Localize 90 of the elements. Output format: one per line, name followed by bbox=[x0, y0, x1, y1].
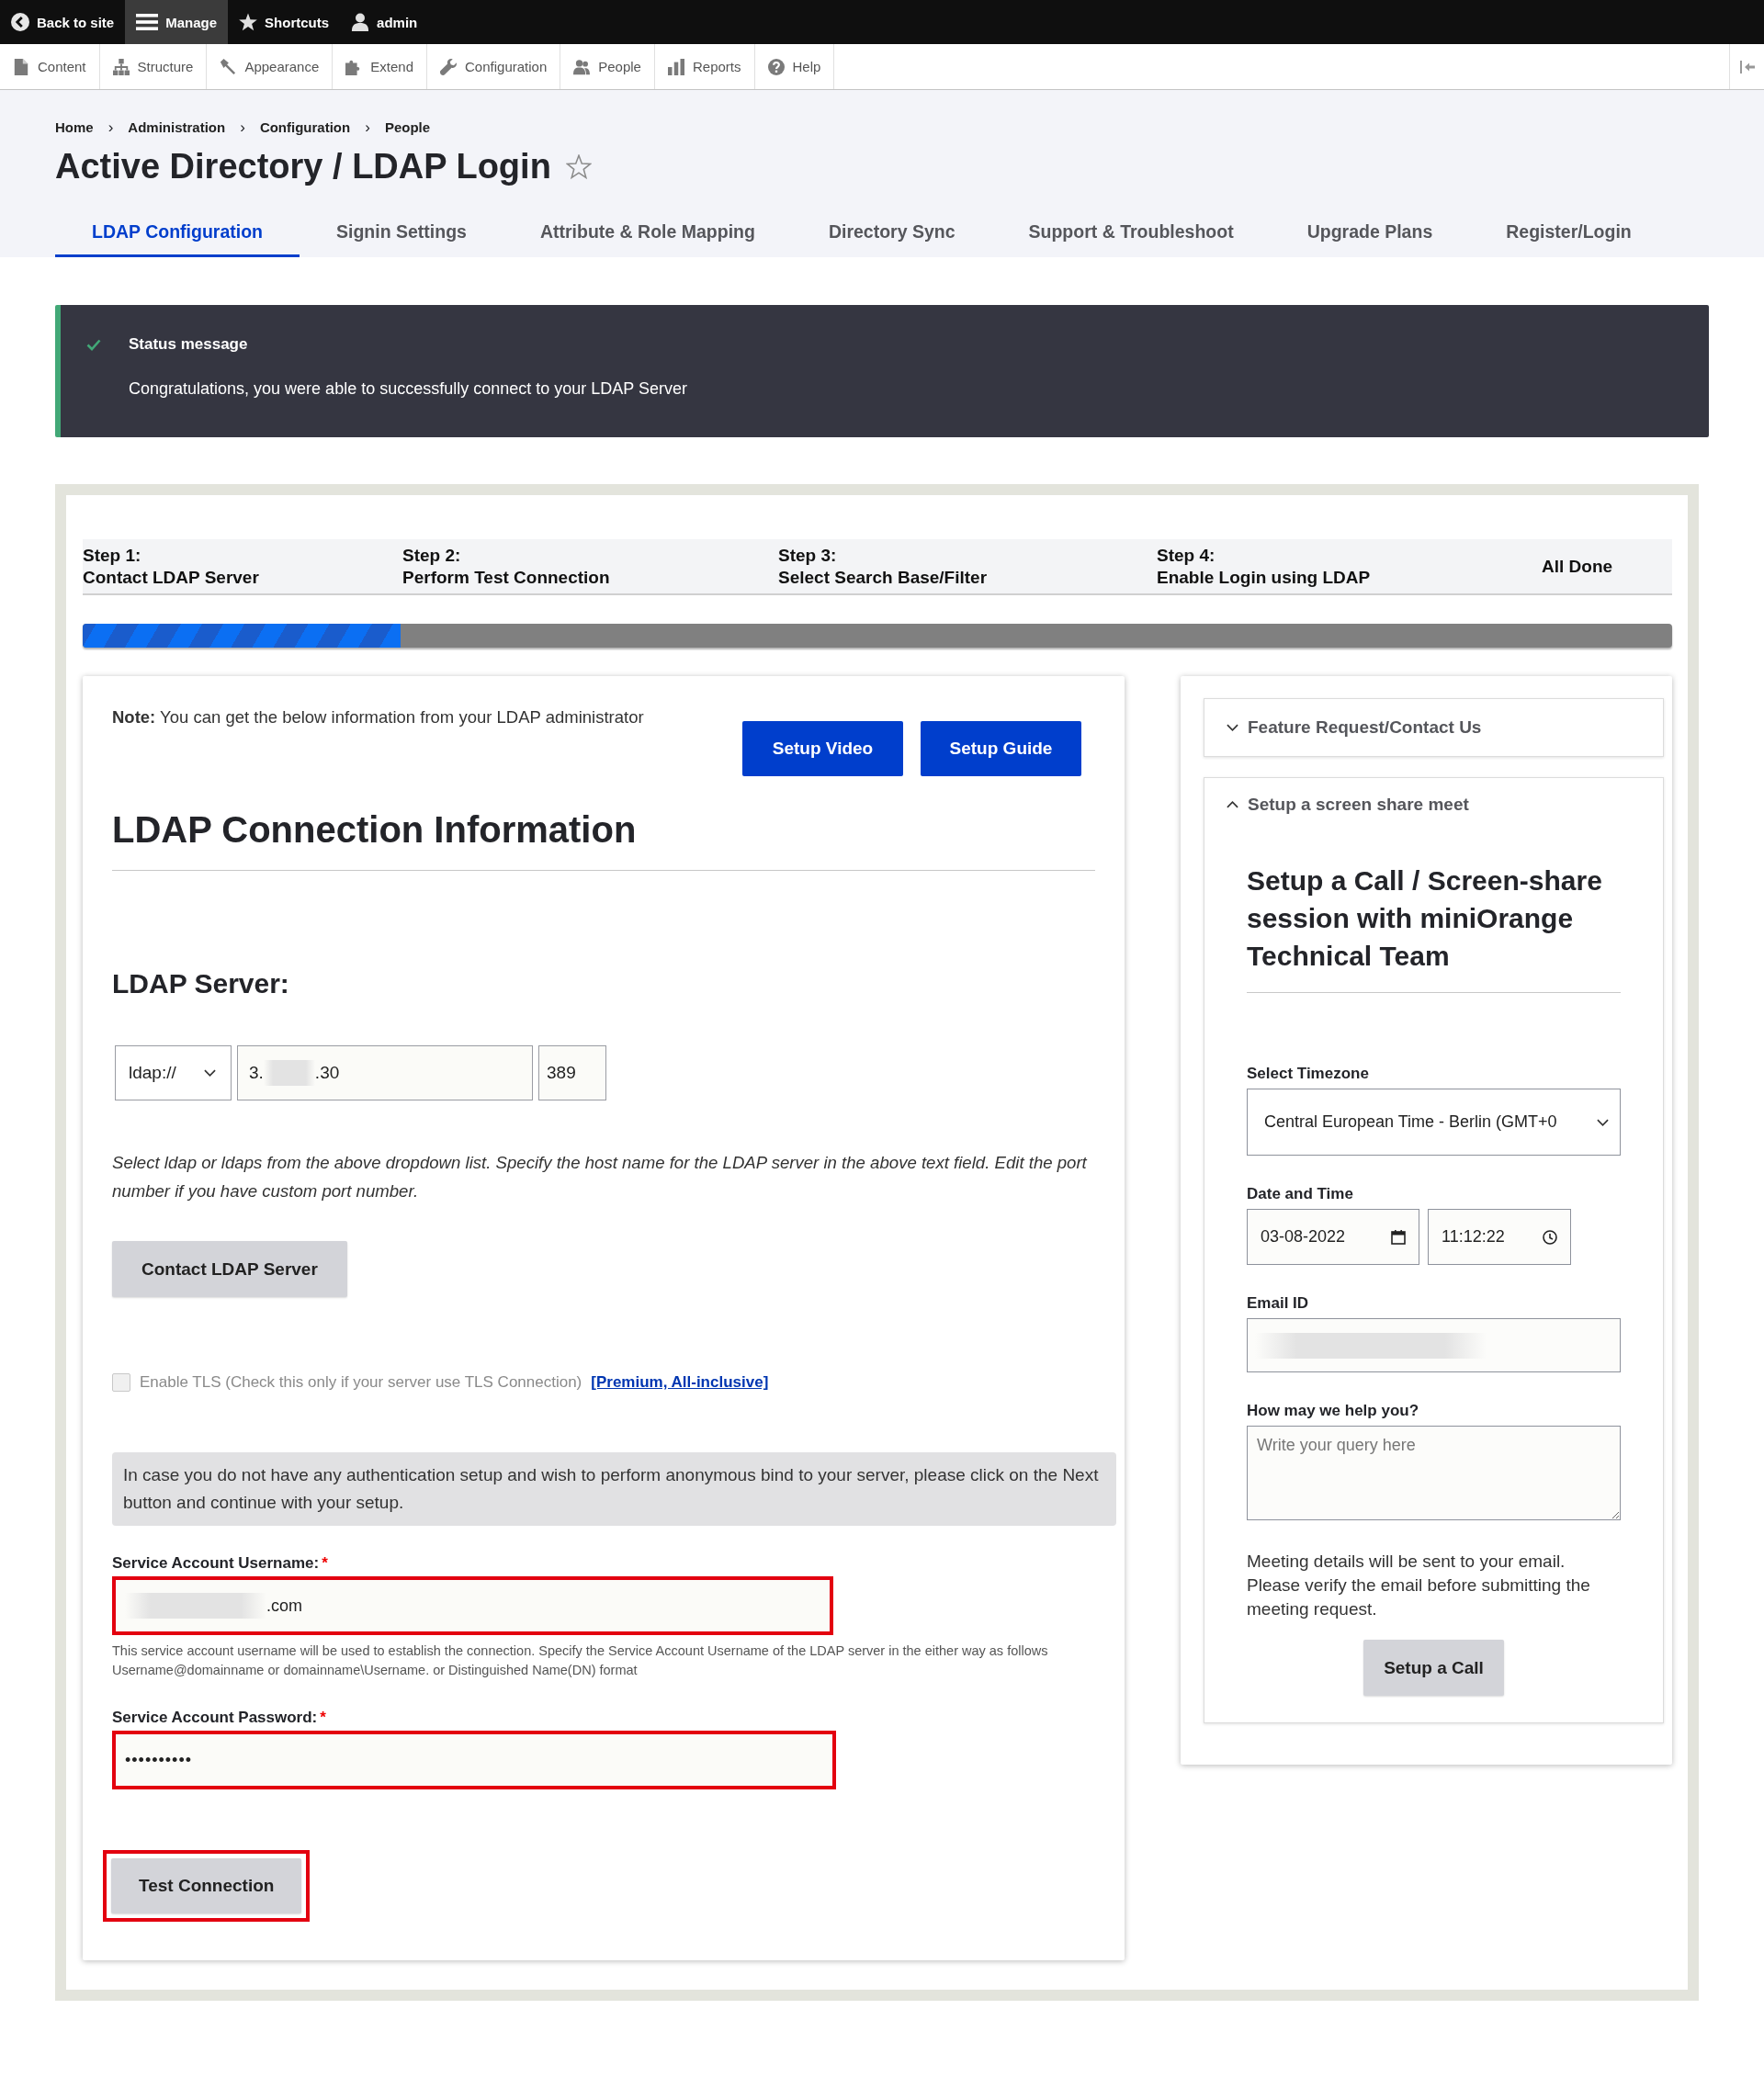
calendar-icon bbox=[1391, 1229, 1406, 1245]
page-tab[interactable]: Signin Settings bbox=[299, 209, 503, 257]
timezone-select[interactable]: Central European Time - Berlin (GMT+0 bbox=[1247, 1089, 1621, 1156]
admin-menu-item[interactable]: People bbox=[560, 44, 655, 89]
admin-menu-item[interactable]: Help bbox=[754, 44, 835, 89]
port-field[interactable]: 389 bbox=[538, 1045, 606, 1100]
section-heading: LDAP Connection Information bbox=[112, 808, 637, 852]
timezone-label: Select Timezone bbox=[1247, 1065, 1369, 1083]
date-field[interactable]: 03-08-2022 bbox=[1247, 1209, 1419, 1265]
test-connection-button[interactable]: Test Connection bbox=[111, 1858, 302, 1913]
step-number: Step 2: bbox=[402, 545, 461, 567]
hierarchy-icon bbox=[112, 58, 130, 75]
server-hint: Select ldap or ldaps from the above dropdown list. Specify the host name for the LDAP server in the above text field. Edit the port number if you have custom port number. bbox=[112, 1152, 1089, 1202]
username-label: Service Account Username: * bbox=[112, 1554, 328, 1573]
username-hint: This service account username will be used to establish the connection. Specify the Service Account Username of the LDAP server in the either way as follows Username@domainname or domainname\Username. or Distinguished Name(DN) format bbox=[112, 1642, 1049, 1679]
toolbar-orientation-button[interactable] bbox=[1729, 44, 1764, 89]
collapse-arrow-icon bbox=[1739, 60, 1755, 73]
breadcrumb-separator: › bbox=[240, 119, 245, 136]
brush-icon bbox=[220, 58, 237, 75]
step-number: Step 3: bbox=[778, 545, 837, 567]
step-number: Step 1: bbox=[83, 545, 141, 567]
page-tab[interactable]: Register/Login bbox=[1469, 209, 1668, 257]
username-field[interactable]: .com bbox=[112, 1576, 833, 1635]
page-title: Active Directory / LDAP Login bbox=[55, 146, 551, 187]
status-text: Congratulations, you were able to successfully connect to your LDAP Server bbox=[129, 378, 687, 400]
user-icon bbox=[351, 13, 370, 31]
password-label: Service Account Password: * bbox=[112, 1709, 326, 1727]
admin-menu-item[interactable]: Configuration bbox=[427, 44, 561, 89]
setup-button[interactable]: Setup Guide bbox=[921, 721, 1081, 776]
setup-button[interactable]: Setup Video bbox=[742, 721, 903, 776]
status-title: Status message bbox=[129, 334, 249, 355]
admin-menu-item[interactable]: Reports bbox=[654, 44, 755, 89]
step-number: Step 4: bbox=[1157, 545, 1216, 567]
meeting-note: Meeting details will be sent to your email. Please verify the email before submitting the meeting request. bbox=[1247, 1551, 1591, 1620]
star-icon bbox=[239, 13, 258, 31]
date-time-label: Date and Time bbox=[1247, 1185, 1353, 1203]
accordion-header[interactable]: Feature Request/Contact Us bbox=[1204, 699, 1663, 756]
protocol-select[interactable]: ldap:// bbox=[115, 1045, 232, 1100]
check-icon bbox=[86, 339, 101, 351]
page-icon bbox=[13, 58, 29, 75]
star-outline-icon[interactable] bbox=[565, 153, 592, 179]
wrench-icon bbox=[440, 58, 457, 75]
breadcrumb-link[interactable]: Home bbox=[55, 119, 94, 136]
help-icon bbox=[767, 58, 785, 75]
page-tab[interactable]: Attribute & Role Mapping bbox=[503, 209, 792, 257]
email-field[interactable] bbox=[1247, 1318, 1621, 1372]
chevron-down-icon bbox=[1227, 724, 1238, 731]
step-title: All Done bbox=[1542, 555, 1613, 578]
info-box: In case you do not have any authentication setup and wish to perform anonymous bind to your server, please click on the Next button and continue with your setup. bbox=[112, 1452, 1116, 1526]
breadcrumb-separator: › bbox=[365, 119, 370, 136]
setup-call-button[interactable]: Setup a Call bbox=[1363, 1640, 1504, 1696]
admin-menu-item[interactable]: Extend bbox=[333, 44, 427, 89]
admin-menu-item[interactable]: Structure bbox=[99, 44, 208, 89]
password-field[interactable]: •••••••••• bbox=[112, 1731, 836, 1789]
admin-menu-item[interactable]: Appearance bbox=[207, 44, 334, 89]
breadcrumb-link[interactable]: Administration bbox=[128, 119, 226, 136]
step-title: Select Search Base/Filter bbox=[778, 567, 988, 589]
toolbar-item[interactable]: admin bbox=[340, 0, 429, 44]
call-heading: Setup a Call / Screen-share session with miniOrange Technical Team bbox=[1247, 864, 1603, 973]
page-tab[interactable]: Upgrade Plans bbox=[1270, 209, 1470, 257]
bar-chart-icon bbox=[667, 58, 684, 75]
people-icon bbox=[573, 58, 591, 75]
breadcrumb-link[interactable]: People bbox=[384, 119, 431, 136]
page-tab[interactable]: LDAP Configuration bbox=[55, 209, 300, 257]
toolbar-item[interactable]: Manage bbox=[125, 0, 229, 44]
server-heading: LDAP Server: bbox=[112, 967, 289, 1000]
breadcrumb-separator: › bbox=[107, 119, 114, 136]
email-label: Email ID bbox=[1247, 1294, 1309, 1313]
note-text: Note: You can get the below information from your LDAP administrator bbox=[112, 706, 644, 728]
tls-label: Enable TLS (Check this only if your server use TLS Connection) bbox=[140, 1372, 582, 1393]
toolbar-item[interactable]: Shortcuts bbox=[228, 0, 341, 44]
step-title: Contact LDAP Server bbox=[83, 567, 259, 589]
query-label: How may we help you? bbox=[1247, 1402, 1419, 1420]
contact-server-button[interactable]: Contact LDAP Server bbox=[112, 1241, 347, 1297]
breadcrumb-link[interactable]: Configuration bbox=[259, 119, 351, 136]
chevron-up-icon bbox=[1227, 801, 1238, 808]
time-field[interactable]: 11:12:22 bbox=[1428, 1209, 1571, 1265]
accordion-header[interactable]: Setup a screen share meet bbox=[1204, 778, 1663, 831]
chevron-down-icon bbox=[204, 1069, 216, 1077]
step-title: Perform Test Connection bbox=[402, 567, 610, 589]
menu-icon bbox=[136, 14, 159, 30]
step-title: Enable Login using LDAP bbox=[1157, 567, 1371, 589]
query-field[interactable]: Write your query here bbox=[1247, 1426, 1621, 1520]
admin-menu-item[interactable]: Content bbox=[0, 44, 100, 89]
toolbar-item[interactable]: Back to site bbox=[0, 0, 126, 44]
host-field[interactable]: 3. .30 bbox=[237, 1045, 533, 1100]
page-tab[interactable]: Support & Troubleshoot bbox=[991, 209, 1271, 257]
chevron-down-icon bbox=[1597, 1118, 1609, 1126]
page-tab[interactable]: Directory Sync bbox=[791, 209, 992, 257]
clock-icon bbox=[1543, 1229, 1557, 1245]
